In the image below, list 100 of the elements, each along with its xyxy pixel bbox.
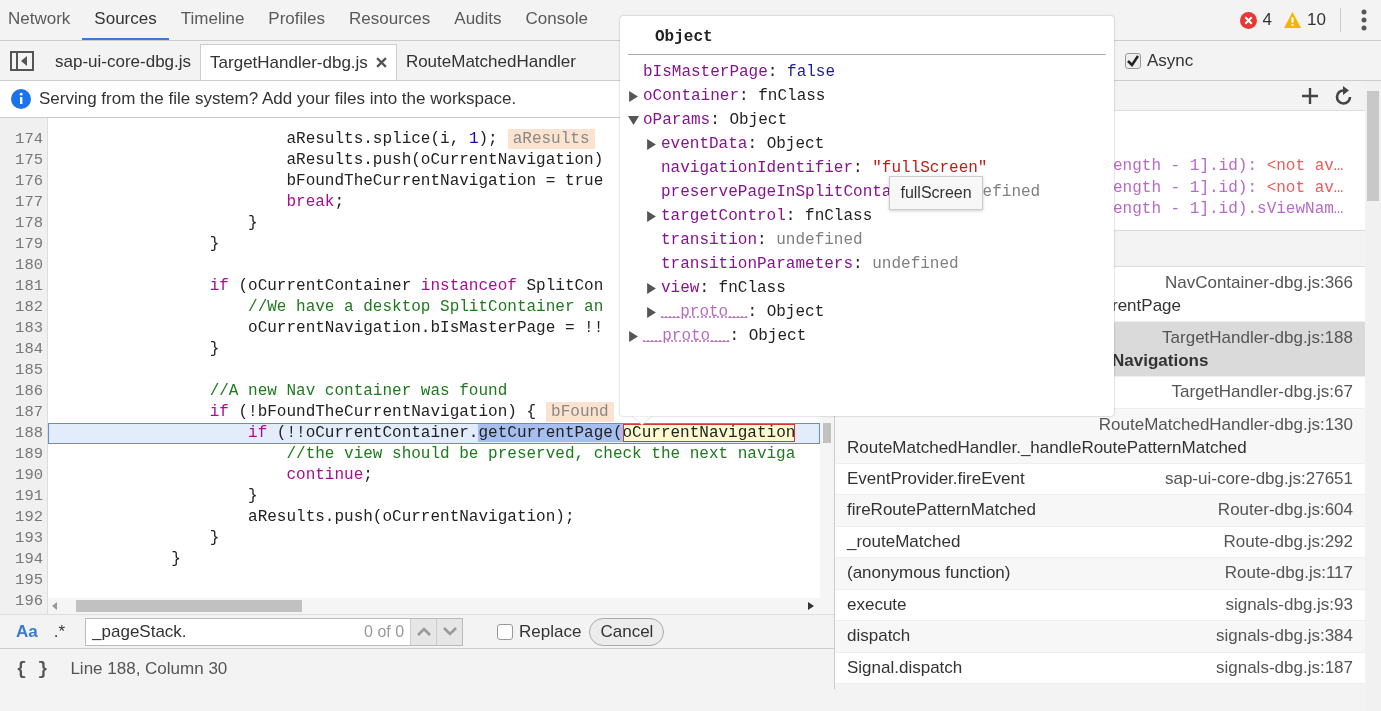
code-text: (!bFoundTheCurrentNavigation) {	[237, 403, 537, 421]
source-link[interactable]: TargetHandler-dbg.js:188	[1162, 326, 1353, 349]
line-number: 177	[14, 192, 44, 213]
property-name: targetControl	[661, 206, 786, 227]
line-number: 184	[14, 339, 44, 360]
popover-title: Object	[628, 22, 1106, 55]
code-text: getCurrentPage(	[478, 424, 623, 442]
panel-tab[interactable]: Profiles	[256, 0, 338, 40]
replace-checkbox[interactable]	[497, 623, 514, 640]
source-link[interactable]: Route-dbg.js:292	[1223, 530, 1353, 553]
collapsed-triangle-icon[interactable]	[646, 210, 657, 222]
source-link[interactable]: TargetHandler-dbg.js:67	[1171, 381, 1353, 404]
scrollbar-thumb[interactable]	[76, 600, 302, 612]
function-name: fireRoutePatternMatched	[847, 499, 1036, 521]
scroll-left-icon[interactable]	[52, 602, 58, 610]
code-text: aResults.splice(i,	[285, 130, 461, 148]
panel-tab[interactable]: Audits	[442, 0, 514, 40]
code-text: aResults.push(oCurrentNavigation);	[247, 508, 575, 526]
line-number: 178	[14, 213, 44, 234]
property-value: efined	[982, 182, 1041, 203]
scroll-right-icon[interactable]	[808, 602, 814, 610]
call-frame[interactable]: _routeMatched Route-dbg.js:292	[835, 526, 1365, 558]
panel-tab[interactable]: Sources	[82, 0, 169, 40]
cursor-position: Line 188, Column 30	[70, 659, 228, 679]
colon: :	[767, 62, 778, 83]
match-count: 0 of 0	[364, 622, 406, 641]
property-name: bIsMasterPage	[643, 62, 768, 83]
source-link[interactable]: Router-dbg.js:604	[1217, 499, 1353, 522]
regex-toggle[interactable]: .*	[53, 621, 74, 642]
collapsed-triangle-icon[interactable]	[646, 282, 657, 294]
close-icon[interactable]	[375, 57, 387, 68]
match-case-toggle[interactable]: Aa	[16, 621, 46, 642]
line-number: 194	[14, 549, 44, 570]
line-number: 196	[14, 591, 44, 612]
tooltip: fullScreen	[889, 176, 983, 210]
collapsed-triangle-icon[interactable]	[646, 138, 657, 150]
inline-value: aResults	[507, 129, 595, 149]
colon: :	[853, 254, 863, 275]
source-link[interactable]: signals-dbg.js:93	[1225, 593, 1353, 616]
function-name: rentPage	[1111, 295, 1182, 317]
property-value: fnClass	[805, 206, 873, 227]
panel-tab[interactable]: Console	[513, 0, 600, 40]
colon: :	[757, 230, 767, 251]
code-text: ;	[334, 193, 345, 211]
line-number: 195	[14, 570, 44, 591]
add-icon[interactable]	[1301, 86, 1319, 105]
code-text: SplitCon	[525, 277, 604, 295]
collapsed-triangle-icon[interactable]	[628, 90, 639, 102]
property-value: undefined	[872, 254, 959, 275]
call-frame[interactable]: RouteMatchedHandler-dbg.js:130 RouteMatchedHandler._handleRoutePatternMatched	[835, 408, 1365, 464]
async-checkbox[interactable]	[1125, 52, 1141, 69]
warning-count: 10	[1307, 10, 1326, 30]
watch-expression: ength - 1].id): <not av…	[1113, 156, 1345, 177]
code-text: 1	[468, 130, 479, 148]
collapsed-triangle-icon[interactable]	[646, 306, 657, 318]
watch-expression: ength - 1].id).sViewNam…	[1113, 199, 1345, 220]
call-frame[interactable]: Signal.dispatch signals-dbg.js:187	[835, 652, 1365, 684]
sidebar-toggle-icon[interactable]	[10, 50, 34, 71]
property-name: view	[661, 278, 700, 299]
code-text: (oCurrentContainer	[237, 277, 413, 295]
property-name: oContainer	[643, 86, 739, 107]
line-number: 193	[14, 528, 44, 549]
code-text: //A new Nav container was found	[208, 382, 508, 400]
file-tab[interactable]: RouteMatchedHandler	[396, 44, 585, 80]
property-name: oParams	[643, 110, 711, 131]
property-value: Object	[748, 326, 807, 347]
line-number: 192	[14, 507, 44, 528]
search-field[interactable]: _pageStack. 0 of 0	[85, 617, 464, 646]
refresh-icon[interactable]	[1335, 85, 1353, 106]
expanded-triangle-icon[interactable]	[628, 114, 639, 126]
more-options-icon[interactable]	[1361, 9, 1367, 31]
source-link[interactable]: NavContainer-dbg.js:366	[1164, 271, 1353, 294]
pretty-print-button[interactable]: { }	[16, 659, 49, 679]
source-link[interactable]: RouteMatchedHandler-dbg.js:130	[1098, 412, 1353, 436]
call-frame[interactable]: fireRoutePatternMatched Router-dbg.js:604	[835, 495, 1365, 527]
source-link[interactable]: signals-dbg.js:384	[1215, 625, 1353, 648]
code-text: //the view should be preserved, check the next naviga	[285, 445, 796, 463]
file-tab[interactable]: sap-ui-core-dbg.js	[46, 44, 201, 80]
panel-tab[interactable]: Resources	[337, 0, 443, 40]
function-name: (anonymous function)	[847, 562, 1011, 584]
scrollbar-thumb[interactable]	[1367, 91, 1379, 201]
call-frame[interactable]: dispatch signals-dbg.js:384	[835, 621, 1365, 653]
call-frame[interactable]: (anonymous function) Route-dbg.js:117	[835, 558, 1365, 590]
code-text: }	[170, 550, 181, 568]
function-name: Signal.dispatch	[847, 656, 963, 679]
call-frame[interactable]: EventProvider.fireEvent sap-ui-core-dbg.js:27651	[835, 463, 1365, 495]
collapsed-triangle-icon[interactable]	[628, 330, 639, 342]
source-link[interactable]: Route-dbg.js:117	[1224, 562, 1353, 585]
colon: :	[747, 134, 758, 155]
line-number: 174	[14, 129, 44, 150]
file-tab[interactable]: TargetHandler-dbg.js	[200, 44, 397, 80]
panel-tab[interactable]: Network	[0, 0, 83, 40]
panel-tab[interactable]: Timeline	[168, 0, 257, 40]
info-icon	[11, 89, 31, 109]
property-name: preservePageInSplitConta	[661, 182, 892, 203]
call-frame[interactable]: execute signals-dbg.js:93	[835, 589, 1365, 621]
source-link[interactable]: signals-dbg.js:187	[1215, 656, 1353, 679]
scrollbar-thumb[interactable]	[823, 423, 831, 443]
cancel-button[interactable]: Cancel	[589, 617, 665, 646]
source-link[interactable]: sap-ui-core-dbg.js:27651	[1164, 467, 1353, 490]
